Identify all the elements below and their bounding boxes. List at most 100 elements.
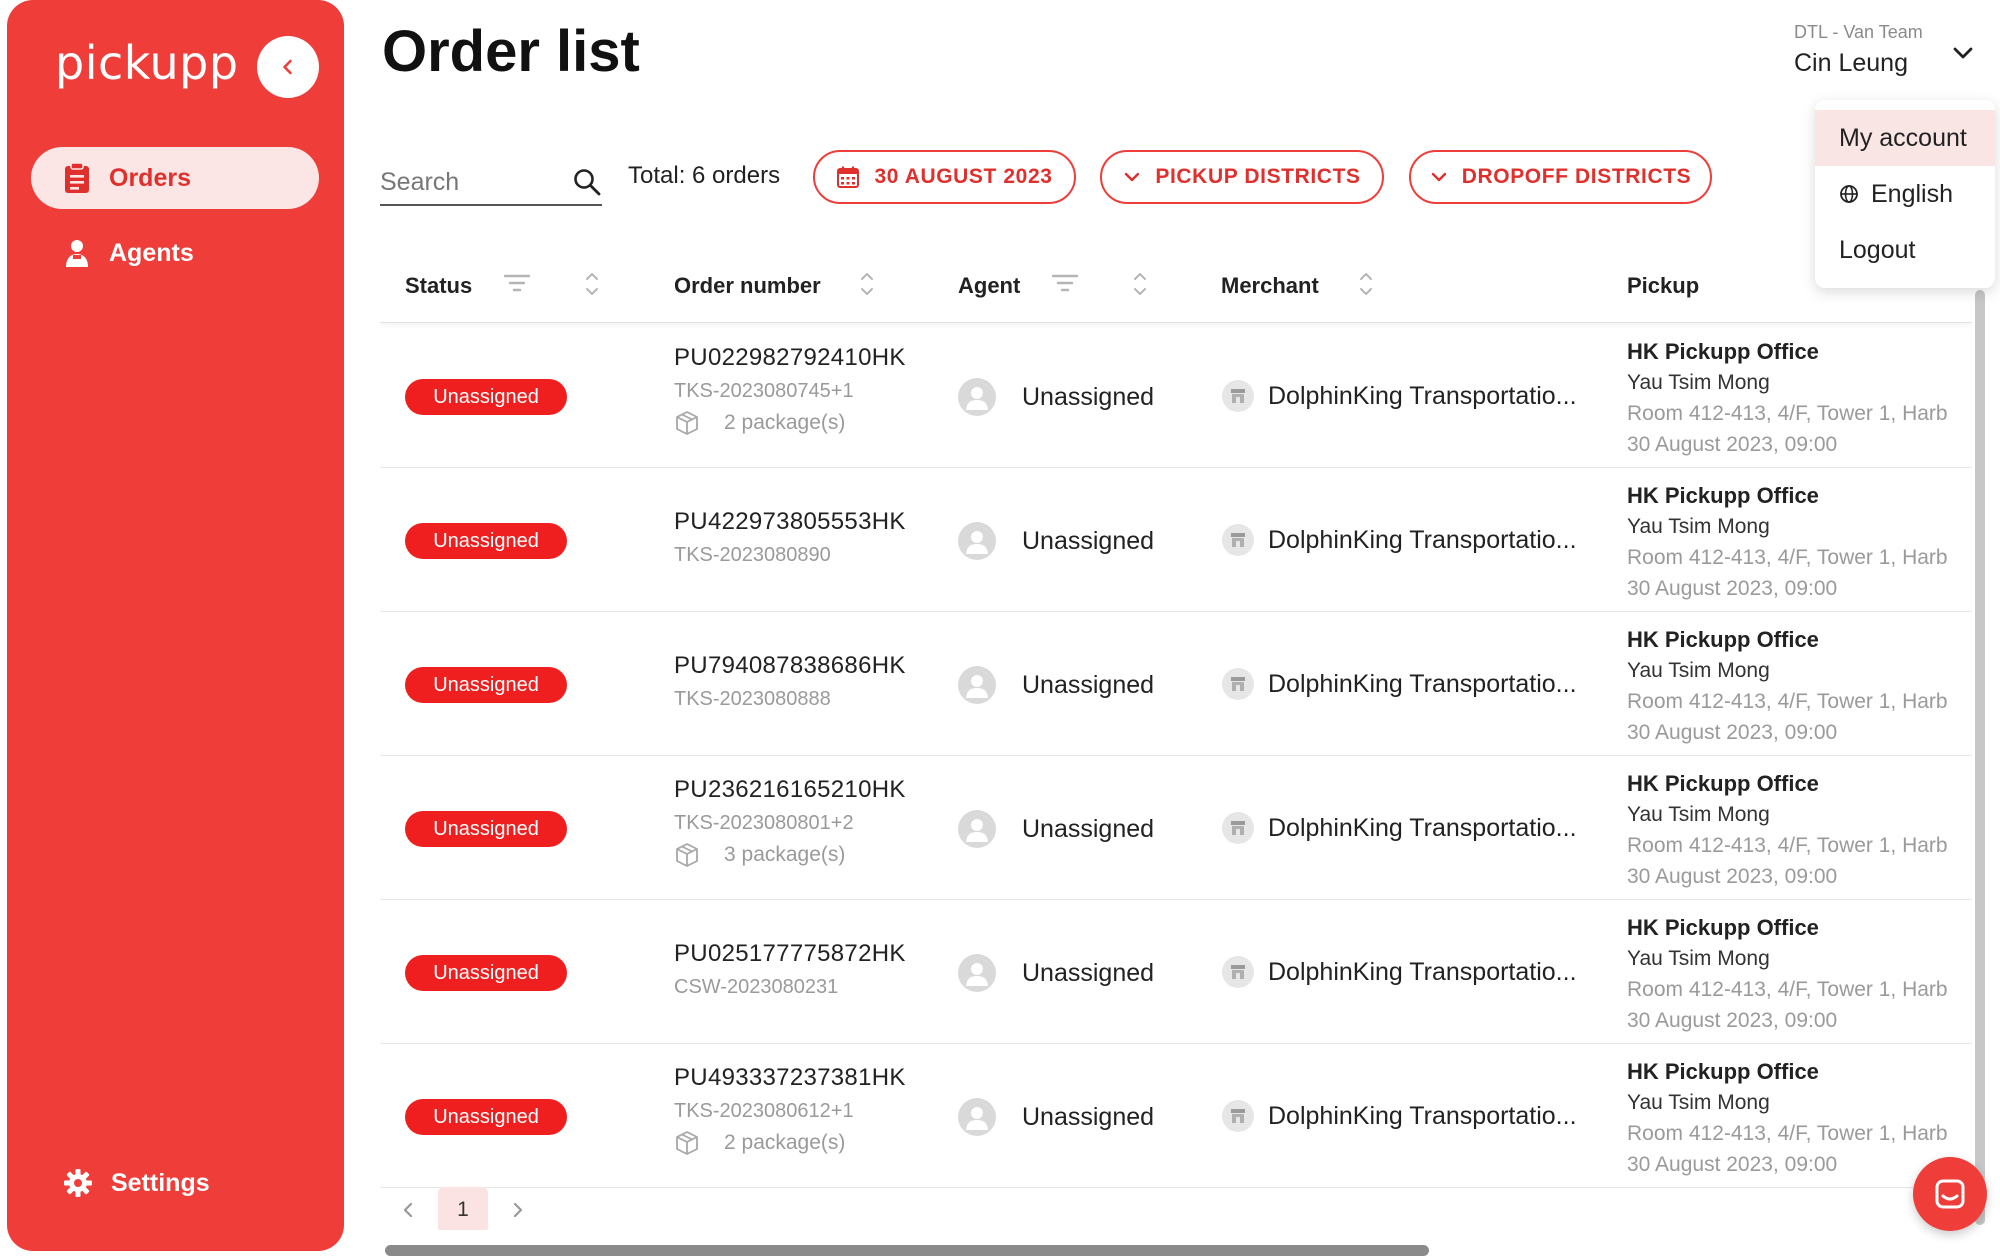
agent-cell[interactable]: Unassigned [958,378,1154,416]
package-count: 2 package(s) [674,1130,845,1156]
order-number[interactable]: PU022982792410HK [674,344,906,372]
chat-button[interactable] [1913,1157,1987,1231]
search-icon[interactable] [572,167,602,197]
collapse-sidebar-button[interactable] [257,36,319,98]
menu-item-label: My account [1839,123,1967,152]
account-menu-trigger[interactable]: DTL - Van Team Cin Leung [1794,22,1923,78]
status-badge: Unassigned [405,667,567,703]
user-icon [966,1107,988,1130]
sort-icon[interactable] [858,269,876,299]
status-badge: Unassigned [405,1099,567,1135]
table-row[interactable]: Unassigned PU493337237381HK TKS-20230806… [380,1044,1972,1188]
table-row[interactable]: Unassigned PU022982792410HK TKS-20230807… [380,324,1972,468]
sort-icon[interactable] [583,269,601,299]
user-icon [966,387,988,410]
order-number[interactable]: PU025177775872HK [674,940,906,968]
merchant-cell: DolphinKing Transportatio... [1222,1100,1577,1132]
pickup-address: Room 412-413, 4/F, Tower 1, Harb [1627,546,1948,569]
chevron-down-icon [1431,172,1446,182]
pickup-district: Yau Tsim Mong [1627,659,1770,682]
sidebar-item-label: Agents [109,238,194,267]
menu-item-label: Logout [1839,235,1916,264]
order-number[interactable]: PU794087838686HK [674,652,906,680]
agent-cell[interactable]: Unassigned [958,522,1154,560]
status-badge: Unassigned [405,811,567,847]
pickup-cell: HK Pickupp Office Yau Tsim Mong Room 412… [1627,768,1948,892]
pickup-time: 30 August 2023, 09:00 [1627,1153,1838,1176]
menu-item-logout[interactable]: Logout [1815,222,1995,278]
user-name: Cin Leung [1794,49,1908,77]
sidebar-item-label: Settings [111,1168,210,1197]
user-icon [966,819,988,842]
package-count: 2 package(s) [674,410,845,436]
pickup-address: Room 412-413, 4/F, Tower 1, Harb [1627,978,1948,1001]
sidebar-item-orders[interactable]: Orders [31,147,319,209]
merchant-name: DolphinKing Transportatio... [1268,381,1577,410]
pickup-address: Room 412-413, 4/F, Tower 1, Harb [1627,834,1948,857]
table-row[interactable]: Unassigned PU236216165210HK TKS-20230808… [380,756,1972,900]
order-reference: TKS-2023080801+2 [674,812,854,834]
pickup-address: Room 412-413, 4/F, Tower 1, Harb [1627,402,1948,425]
vertical-scrollbar[interactable] [1975,290,1985,1225]
sort-icon[interactable] [1131,269,1149,299]
menu-item-my-account[interactable]: My account [1815,110,1995,166]
menu-item-language[interactable]: English [1815,166,1995,222]
table-row[interactable]: Unassigned PU422973805553HK TKS-20230808… [380,468,1972,612]
order-number[interactable]: PU493337237381HK [674,1064,906,1092]
page-number-button[interactable]: 1 [438,1187,488,1230]
filter-icon[interactable] [1050,269,1080,297]
table-row[interactable]: Unassigned PU794087838686HK TKS-20230808… [380,612,1972,756]
agent-cell[interactable]: Unassigned [958,1098,1154,1136]
pickup-cell: HK Pickupp Office Yau Tsim Mong Room 412… [1627,624,1948,748]
filter-icon[interactable] [502,269,532,297]
table-row[interactable]: Unassigned PU025177775872HK CSW-20230802… [380,900,1972,1044]
search-input[interactable] [380,167,550,197]
avatar [958,522,996,560]
sidebar-item-agents[interactable]: Agents [31,222,319,284]
pickup-name: HK Pickupp Office [1627,627,1819,652]
pickup-name: HK Pickupp Office [1627,915,1819,940]
status-badge: Unassigned [405,379,567,415]
agent-name: Unassigned [1022,1102,1155,1131]
order-number[interactable]: PU422973805553HK [674,508,906,536]
sidebar-item-settings[interactable]: Settings [31,1152,319,1214]
pickup-districts-filter[interactable]: PICKUP DISTRICTS [1100,150,1384,204]
user-icon [966,531,988,554]
gear-icon [64,1169,92,1197]
column-header-status: Status [405,273,473,298]
dropoff-districts-filter[interactable]: DROPOFF DISTRICTS [1409,150,1712,204]
agent-cell[interactable]: Unassigned [958,666,1154,704]
pickup-cell: HK Pickupp Office Yau Tsim Mong Room 412… [1627,1056,1948,1180]
package-icon [676,1131,698,1155]
chevron-down-icon[interactable] [1950,44,1976,62]
agent-name: Unassigned [1022,670,1155,699]
merchant-name: DolphinKing Transportatio... [1268,525,1577,554]
pickup-name: HK Pickupp Office [1627,483,1819,508]
order-reference: TKS-2023080612+1 [674,1100,854,1122]
pickup-address: Room 412-413, 4/F, Tower 1, Harb [1627,690,1948,713]
chevron-left-icon[interactable] [400,1200,416,1220]
account-dropdown: My account English Logout [1815,100,1995,288]
calendar-icon [837,166,860,188]
sort-icon[interactable] [1357,269,1375,299]
agent-name: Unassigned [1022,958,1155,987]
order-reference: TKS-2023080888 [674,688,831,710]
date-filter-button[interactable]: 30 AUGUST 2023 [813,150,1076,204]
agent-cell[interactable]: Unassigned [958,954,1154,992]
merchant-cell: DolphinKing Transportatio... [1222,524,1577,556]
order-reference: TKS-2023080890 [674,544,831,566]
store-icon [1222,812,1254,844]
order-number[interactable]: PU236216165210HK [674,776,906,804]
store-icon [1222,668,1254,700]
horizontal-scrollbar[interactable] [385,1245,1429,1256]
sidebar: pickupp Orders Agents Settings [7,0,344,1251]
agent-cell[interactable]: Unassigned [958,810,1154,848]
package-icon [676,411,698,435]
store-icon [1222,1100,1254,1132]
date-filter-label: 30 AUGUST 2023 [874,165,1053,188]
pickup-cell: HK Pickupp Office Yau Tsim Mong Room 412… [1627,336,1948,460]
user-icon [966,675,988,698]
page-title: Order list [382,19,640,84]
chevron-right-icon[interactable] [510,1200,526,1220]
pickup-time: 30 August 2023, 09:00 [1627,433,1838,456]
